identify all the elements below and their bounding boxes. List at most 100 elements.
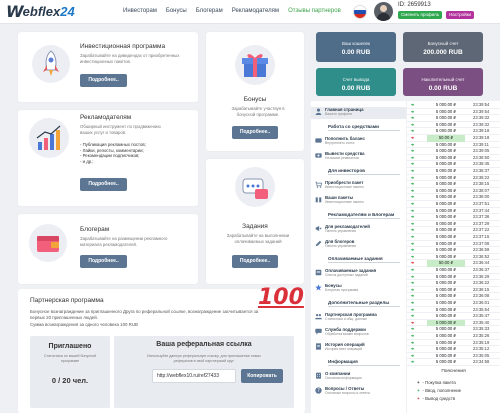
transaction-time: 23:35:12 bbox=[473, 346, 490, 352]
logo[interactable]: W ebflex24 bbox=[6, 2, 75, 21]
menu-paid-tasks[interactable]: Оплачиваемые задания Список доступных зад… bbox=[311, 268, 406, 279]
transaction-amount: 5 000.00 ₽ bbox=[435, 174, 457, 180]
tasks-card: Задания Зарабатывайте на выполнении опла… bbox=[206, 159, 304, 284]
arrow-in-icon: ➜ bbox=[410, 141, 415, 147]
bonus-more-button[interactable]: Подробнее.. bbox=[232, 126, 278, 139]
star-icon bbox=[315, 284, 322, 291]
transaction-row: ➜ 5 000.00 ₽ 23:39:32 bbox=[407, 122, 500, 129]
menu-main[interactable]: Главная страница Вашего профиля bbox=[311, 107, 406, 119]
menu-about[interactable]: О компании Основная информация bbox=[311, 371, 406, 382]
nav-reviews[interactable]: Отзывы партнеров bbox=[288, 8, 341, 14]
transaction-amount: 5 000.00 ₽ bbox=[435, 346, 457, 352]
transaction-time: 23:36:44 bbox=[473, 260, 490, 266]
arrow-in-icon: ➜ bbox=[410, 194, 415, 200]
transaction-time: 23:36:59 bbox=[473, 247, 490, 253]
nav-advertisers[interactable]: Рекламодателям bbox=[232, 8, 279, 14]
menu-faq[interactable]: ? Вопросы / Ответы Основные вопросы и отв… bbox=[311, 386, 406, 397]
tasks-desc: Зарабатывайте на выполнении оплачиваемых… bbox=[226, 233, 290, 244]
blog-desc: Зарабатывайте на размещении рекламного м… bbox=[80, 236, 168, 247]
settings-button[interactable]: Настройки bbox=[446, 11, 475, 19]
tasks-more-button[interactable]: Подробнее.. bbox=[232, 255, 278, 268]
transaction-time: 23:37:15 bbox=[473, 234, 490, 239]
legend-sign: + bbox=[417, 396, 420, 401]
menu-your-packages[interactable]: Ваши пакеты Инвестиционные пакеты bbox=[311, 195, 406, 206]
change-profile-button[interactable]: Сменить профиль bbox=[398, 11, 443, 19]
savings-balance-value: 0.00 RUB bbox=[428, 85, 458, 92]
transaction-amount: 5 000.00 ₽ bbox=[435, 306, 457, 312]
menu-topup[interactable]: Пополнить баланс Внутреннего счета bbox=[311, 136, 406, 147]
nav-bonuses[interactable]: Бонусы bbox=[166, 8, 187, 14]
menu-advertisers[interactable]: Для рекламодателей Панель управления bbox=[311, 224, 406, 235]
bonus-balance-tile[interactable]: Бонусный счет 200.000 RUB bbox=[403, 32, 483, 62]
growth-chart-icon bbox=[29, 118, 69, 158]
referral-link-field[interactable]: http://webflex10.ru/ref27433 bbox=[152, 369, 236, 383]
invited-box: Приглашено Статистика по вашей бонусной … bbox=[30, 336, 110, 408]
transaction-time: 23:38:00 bbox=[473, 194, 490, 200]
transaction-time: 23:37:36 bbox=[473, 214, 490, 220]
transaction-row: ➜ 5 000.00 ₽ 23:39:05 bbox=[407, 148, 500, 155]
transaction-time: 23:35:40 bbox=[473, 319, 490, 325]
avatar[interactable] bbox=[374, 2, 393, 21]
transaction-time: 23:35:26 bbox=[473, 333, 490, 338]
partner-title: Партнерская программа bbox=[30, 297, 104, 304]
bonus-card: Бонусы Зарабатывайте участвуя в бонусной… bbox=[206, 32, 304, 151]
nav-investors[interactable]: Инвесторам bbox=[123, 8, 157, 14]
transaction-row: ➜ 5 000.00 ₽ 23:36:29 bbox=[407, 274, 500, 281]
building-icon bbox=[316, 372, 321, 379]
menu-adblog-heading: Рекламодателям и Блогерам bbox=[328, 212, 400, 219]
nav-bloggers[interactable]: Блогерам bbox=[196, 8, 223, 14]
transaction-amount: 50.00 ₽ bbox=[427, 135, 465, 142]
transaction-time: 23:37:51 bbox=[473, 201, 490, 206]
legend-item-purchase: + - Покупка пакета bbox=[417, 380, 456, 385]
transaction-row: ➜ 50.00 ₽ 23:39:18 bbox=[407, 135, 500, 142]
menu-bloggers[interactable]: Для блогеров Панель управления bbox=[311, 239, 406, 250]
rocket-icon bbox=[32, 45, 70, 83]
transaction-time: 23:38:37 bbox=[473, 168, 490, 173]
menu-support[interactable]: Служба поддержки Обработка ваших вопросов bbox=[311, 327, 406, 338]
menu-withdraw[interactable]: Вывести средства На ваших реквизитов bbox=[311, 151, 406, 162]
transaction-amount: 5 000.00 ₽ bbox=[435, 220, 457, 226]
transaction-row: ➜ 5 000.00 ₽ 23:36:59 bbox=[407, 247, 500, 254]
arrow-in-icon: ➜ bbox=[410, 359, 415, 365]
transaction-amount: 5 000.00 ₽ bbox=[435, 326, 457, 332]
ads-bullet: - и др.; bbox=[80, 158, 94, 164]
menu-partner[interactable]: Партнерская программа Статистика и общ. д… bbox=[311, 312, 406, 323]
menu-bonus-sub: Бонусная программа bbox=[325, 288, 359, 292]
copy-link-button[interactable]: Копировать bbox=[241, 369, 283, 383]
transaction-time: 23:36:01 bbox=[473, 300, 490, 305]
transaction-amount: 5 000.00 ₽ bbox=[435, 359, 457, 365]
menu-about-sub: Основная информация bbox=[325, 376, 362, 380]
arrow-out-icon: ➜ bbox=[410, 260, 415, 266]
withdraw-balance-tile[interactable]: Счет вывода 0.00 RUB bbox=[316, 68, 396, 96]
referral-title: Ваша реферальная ссылка bbox=[156, 341, 252, 348]
wallet-value: 0.00 RUB bbox=[341, 49, 371, 56]
arrow-in-icon: ➜ bbox=[410, 306, 415, 312]
menu-buy-package[interactable]: Приобрести пакет Инвестиционные пакеты bbox=[311, 180, 406, 191]
arrow-in-icon: ➜ bbox=[410, 220, 415, 226]
menu-history-sub: История всех операций bbox=[325, 347, 363, 351]
blog-more-button[interactable]: Подробнее.. bbox=[80, 255, 127, 268]
savings-balance-tile[interactable]: Накопительный счет 0.00 RUB bbox=[403, 68, 483, 96]
document-icon bbox=[316, 343, 321, 350]
transaction-amount: 5 000.00 ₽ bbox=[435, 161, 457, 167]
arrow-in-icon: ➜ bbox=[410, 227, 415, 233]
ads-more-button[interactable]: Подробнее.. bbox=[80, 178, 127, 191]
transaction-time: 23:36:08 bbox=[473, 293, 490, 299]
language-flag-icon[interactable] bbox=[353, 5, 367, 19]
transaction-amount: 5 000.00 ₽ bbox=[435, 108, 457, 114]
legend-title: Пояснения bbox=[441, 369, 466, 374]
wallet-balance-tile[interactable]: Ваш кошелек 0.00 RUB bbox=[316, 32, 396, 62]
transaction-time: 23:39:11 bbox=[473, 141, 489, 147]
transaction-time: 23:36:37 bbox=[473, 267, 490, 272]
transaction-row: ➜ 5 000.00 ₽ 23:38:37 bbox=[407, 168, 500, 175]
menu-funds-heading: Работа со средствами bbox=[328, 124, 400, 131]
transaction-time: 23:34:58 bbox=[473, 359, 490, 365]
arrow-in-icon: ➜ bbox=[410, 267, 415, 272]
savings-balance-label: Накопительный счет bbox=[421, 77, 465, 82]
transaction-time: 23:38:15 bbox=[473, 181, 490, 187]
menu-history[interactable]: История операций История всех операций bbox=[311, 342, 406, 353]
menu-bonuses[interactable]: Бонусы Бонусная программа bbox=[311, 283, 406, 294]
invest-more-button[interactable]: Подробнее.. bbox=[80, 74, 127, 87]
transaction-row: ➜ 5 000.00 ₽ 23:39:54 bbox=[407, 109, 500, 116]
arrow-in-icon: ➜ bbox=[410, 313, 415, 319]
